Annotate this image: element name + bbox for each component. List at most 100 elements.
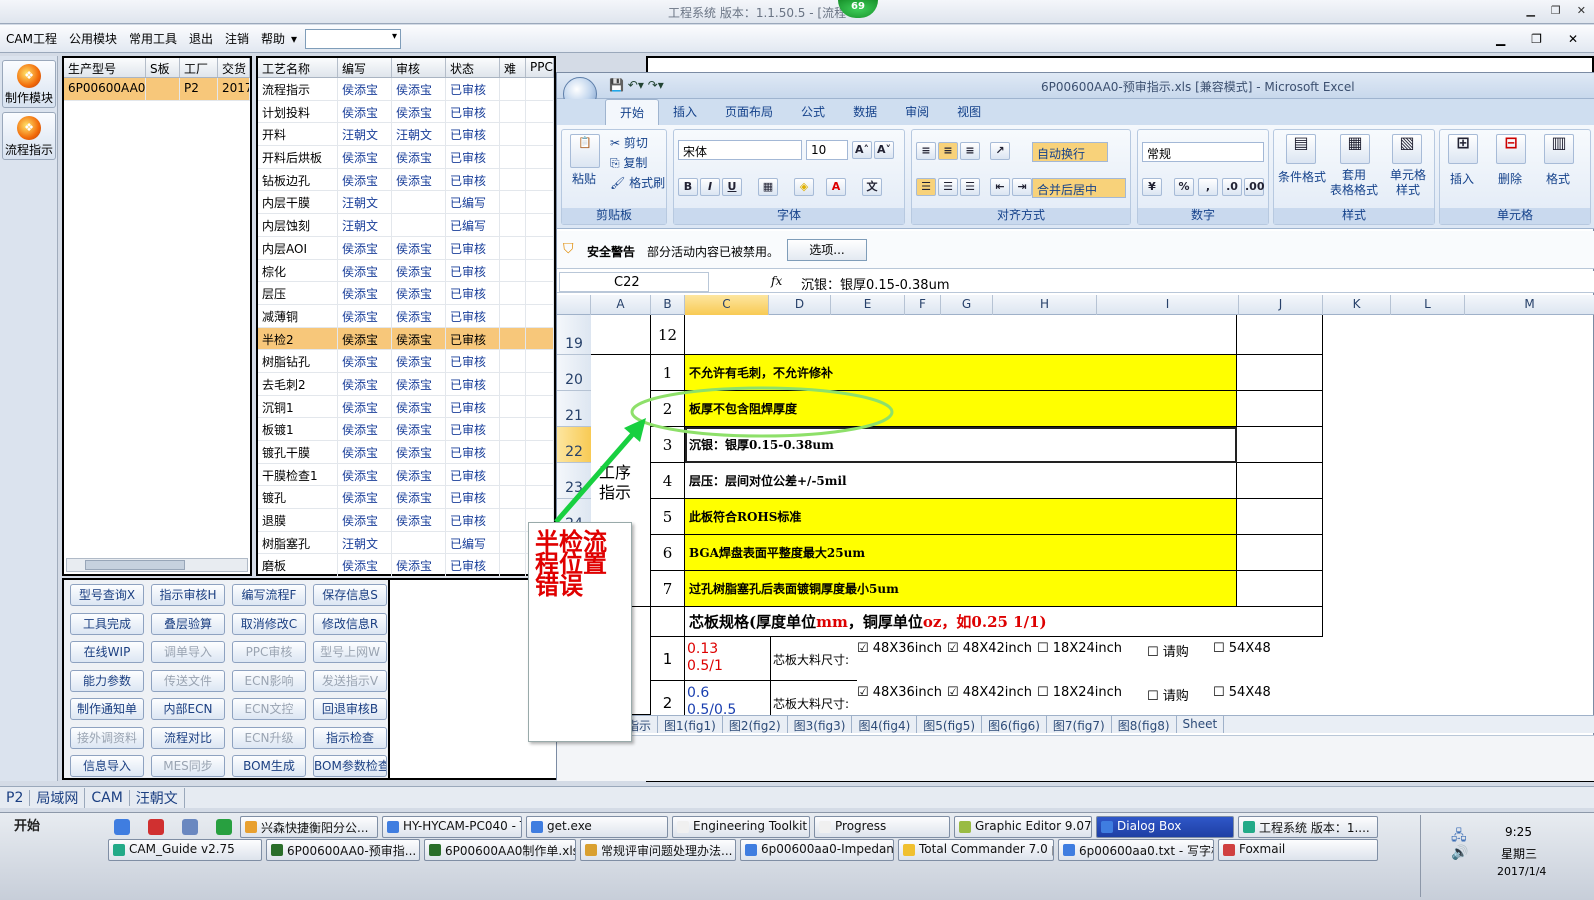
undo-icon[interactable]: ↶▾ [628, 78, 644, 92]
format-button[interactable]: 格式 [1546, 170, 1570, 187]
delete-button[interactable]: 删除 [1498, 170, 1522, 187]
quick-launch-icon[interactable] [216, 819, 232, 835]
action-button[interactable]: 保存信息S [313, 584, 387, 606]
taskbar-button[interactable]: Progress [814, 816, 950, 838]
start-button[interactable]: 开始 [0, 815, 44, 837]
comma-icon[interactable]: , [1198, 178, 1218, 196]
fx-icon[interactable]: fx [771, 274, 782, 288]
menu-logout[interactable]: 注销 [219, 30, 255, 47]
insert-button[interactable]: 插入 [1450, 170, 1474, 187]
tab-home[interactable]: 开始 [605, 99, 660, 125]
delete-cells-icon[interactable]: ⊟ [1496, 134, 1526, 164]
table-row[interactable]: 去毛刺2 侯添宝 侯添宝 已审核 [258, 372, 554, 396]
checkbox-option[interactable]: ☐ 18X24inch [1037, 685, 1147, 703]
decrease-decimal-icon[interactable]: .00 [1244, 178, 1265, 196]
scroll-thumb[interactable] [85, 560, 185, 570]
table-row[interactable]: 干膜检查1 侯添宝 侯添宝 已审核 [258, 463, 554, 487]
action-button[interactable]: ECN影响 [232, 669, 306, 692]
quick-launch-icon[interactable] [148, 819, 164, 835]
col-reviewer[interactable]: 审核 [392, 58, 446, 77]
security-options-button[interactable]: 选项... [787, 239, 867, 261]
grow-font-icon[interactable]: A˄ [852, 141, 872, 159]
format-painter-button[interactable]: 🖌 格式刷 [610, 174, 665, 191]
table-row[interactable]: 层压 侯添宝 侯添宝 已审核 [258, 282, 554, 305]
taskbar-button[interactable]: Dialog Box [1096, 816, 1234, 838]
column-header[interactable]: J [1239, 295, 1323, 315]
sheet-tab-fig4[interactable]: 图4(fig4) [852, 716, 918, 733]
name-box[interactable]: C22 [559, 272, 709, 292]
taskbar-button[interactable]: 6p00600aa0.txt - 写字板 [1058, 839, 1214, 861]
table-row[interactable]: 钻板边孔 侯添宝 侯添宝 已审核 [258, 168, 554, 192]
action-button[interactable]: 流程对比 [151, 726, 225, 749]
align-center-icon[interactable]: ☰ [938, 178, 958, 196]
tab-insert[interactable]: 插入 [659, 99, 711, 125]
action-button[interactable]: 信息导入 [70, 755, 144, 777]
action-button[interactable]: 调单导入 [151, 641, 225, 663]
taskbar-button[interactable]: 工程系统 版本：1.... [1238, 816, 1378, 838]
action-button[interactable]: 在线WIP [70, 641, 144, 663]
table-row[interactable]: 内层干膜 汪朝文 已编写 [258, 191, 554, 215]
col-delivery[interactable]: 交货 [218, 58, 250, 77]
column-header[interactable]: B [651, 295, 685, 315]
table-row[interactable]: 开料后烘板 侯添宝 侯添宝 已审核 [258, 146, 554, 169]
table-row[interactable]: 半检2 侯添宝 侯添宝 已审核 [258, 327, 554, 351]
underline-icon[interactable]: U [722, 178, 742, 196]
col-process[interactable]: 工艺名称 [258, 58, 338, 77]
column-header[interactable]: A [591, 295, 651, 315]
table-row[interactable]: 棕化 侯添宝 侯添宝 已审核 [258, 259, 554, 283]
sheet-tab-fig6[interactable]: 图6(fig6) [982, 716, 1047, 733]
bold-icon[interactable]: B [678, 178, 698, 196]
table-row[interactable]: 开料 汪朝文 汪朝文 已审核 [258, 123, 554, 147]
checkbox-option[interactable]: ☐ 54X48 [1213, 641, 1323, 659]
tab-view[interactable]: 视图 [943, 99, 995, 125]
action-button[interactable]: 工具完成 [70, 612, 144, 635]
action-button[interactable]: 叠层验算 [151, 612, 225, 635]
sheet-tab-sheet[interactable]: Sheet [1177, 716, 1225, 733]
paste-icon[interactable]: 📋 [570, 134, 600, 168]
menu-help[interactable]: 帮助 [255, 30, 291, 47]
table-row[interactable]: 内层AOI 侯添宝 侯添宝 已审核 [258, 236, 554, 260]
status-factory[interactable]: P2 [0, 789, 31, 806]
font-size-combo[interactable]: 10 [806, 140, 848, 160]
taskbar-button[interactable]: 常规评审问题处理办法... [580, 839, 736, 861]
cut-button[interactable]: ✂ 剪切 [610, 134, 648, 151]
column-header[interactable]: G [941, 295, 993, 315]
action-button[interactable]: PPC审核 [232, 641, 306, 663]
increase-indent-icon[interactable]: ⇥ [1012, 178, 1032, 196]
taskbar-button[interactable]: 兴森快捷衡阳分公... [240, 816, 378, 838]
make-module-button[interactable]: ❖ 制作模块 [2, 60, 56, 108]
tab-review[interactable]: 审阅 [891, 99, 943, 125]
action-button[interactable]: 修改信息R [313, 612, 387, 635]
italic-icon[interactable]: I [700, 178, 720, 196]
action-button[interactable]: ECN升级 [232, 726, 306, 749]
border-icon[interactable]: ▦ [758, 178, 778, 196]
menu-cam[interactable]: CAM工程 [0, 30, 63, 47]
wrap-text-button[interactable]: 自动换行 [1032, 142, 1108, 162]
column-header[interactable]: H [993, 295, 1097, 315]
table-row[interactable]: 镀孔干膜 侯添宝 侯添宝 已审核 [258, 441, 554, 464]
col-writer[interactable]: 编写 [338, 58, 392, 77]
mdi-close-icon[interactable]: ✕ [1562, 32, 1584, 46]
menu-exit[interactable]: 退出 [183, 30, 219, 47]
horizontal-scrollbar[interactable] [66, 558, 248, 572]
menu-common[interactable]: 公用模块 [63, 30, 123, 47]
menu-dropdown[interactable] [305, 28, 402, 49]
taskbar-button[interactable]: 6P00600AA0制作单.xls ... [424, 839, 576, 861]
column-header[interactable]: M [1465, 295, 1594, 315]
action-button[interactable]: MES同步 [151, 755, 225, 777]
col-factory[interactable]: 工厂 [180, 58, 218, 77]
sheet-tab-fig1[interactable]: 图1(fig1) [658, 716, 723, 733]
table-row[interactable]: 计划投料 侯添宝 侯添宝 已审核 [258, 100, 554, 124]
action-button[interactable]: 制作通知单 [70, 698, 144, 720]
action-button[interactable]: 接外调资料 [70, 726, 144, 749]
paste-button[interactable]: 粘贴 [572, 170, 596, 187]
action-button[interactable]: 内部ECN [151, 698, 225, 720]
column-header[interactable]: L [1391, 295, 1465, 315]
action-button[interactable]: 回退审核B [313, 698, 387, 720]
action-button[interactable]: 取消修改C [232, 612, 306, 635]
action-button[interactable]: 编写流程F [232, 584, 306, 606]
action-button[interactable]: 指示检查 [313, 726, 387, 749]
action-button[interactable]: 型号上网W [313, 641, 387, 663]
action-button[interactable]: BOM参数检查 [313, 755, 387, 777]
align-middle-icon[interactable]: ≡ [938, 142, 958, 160]
